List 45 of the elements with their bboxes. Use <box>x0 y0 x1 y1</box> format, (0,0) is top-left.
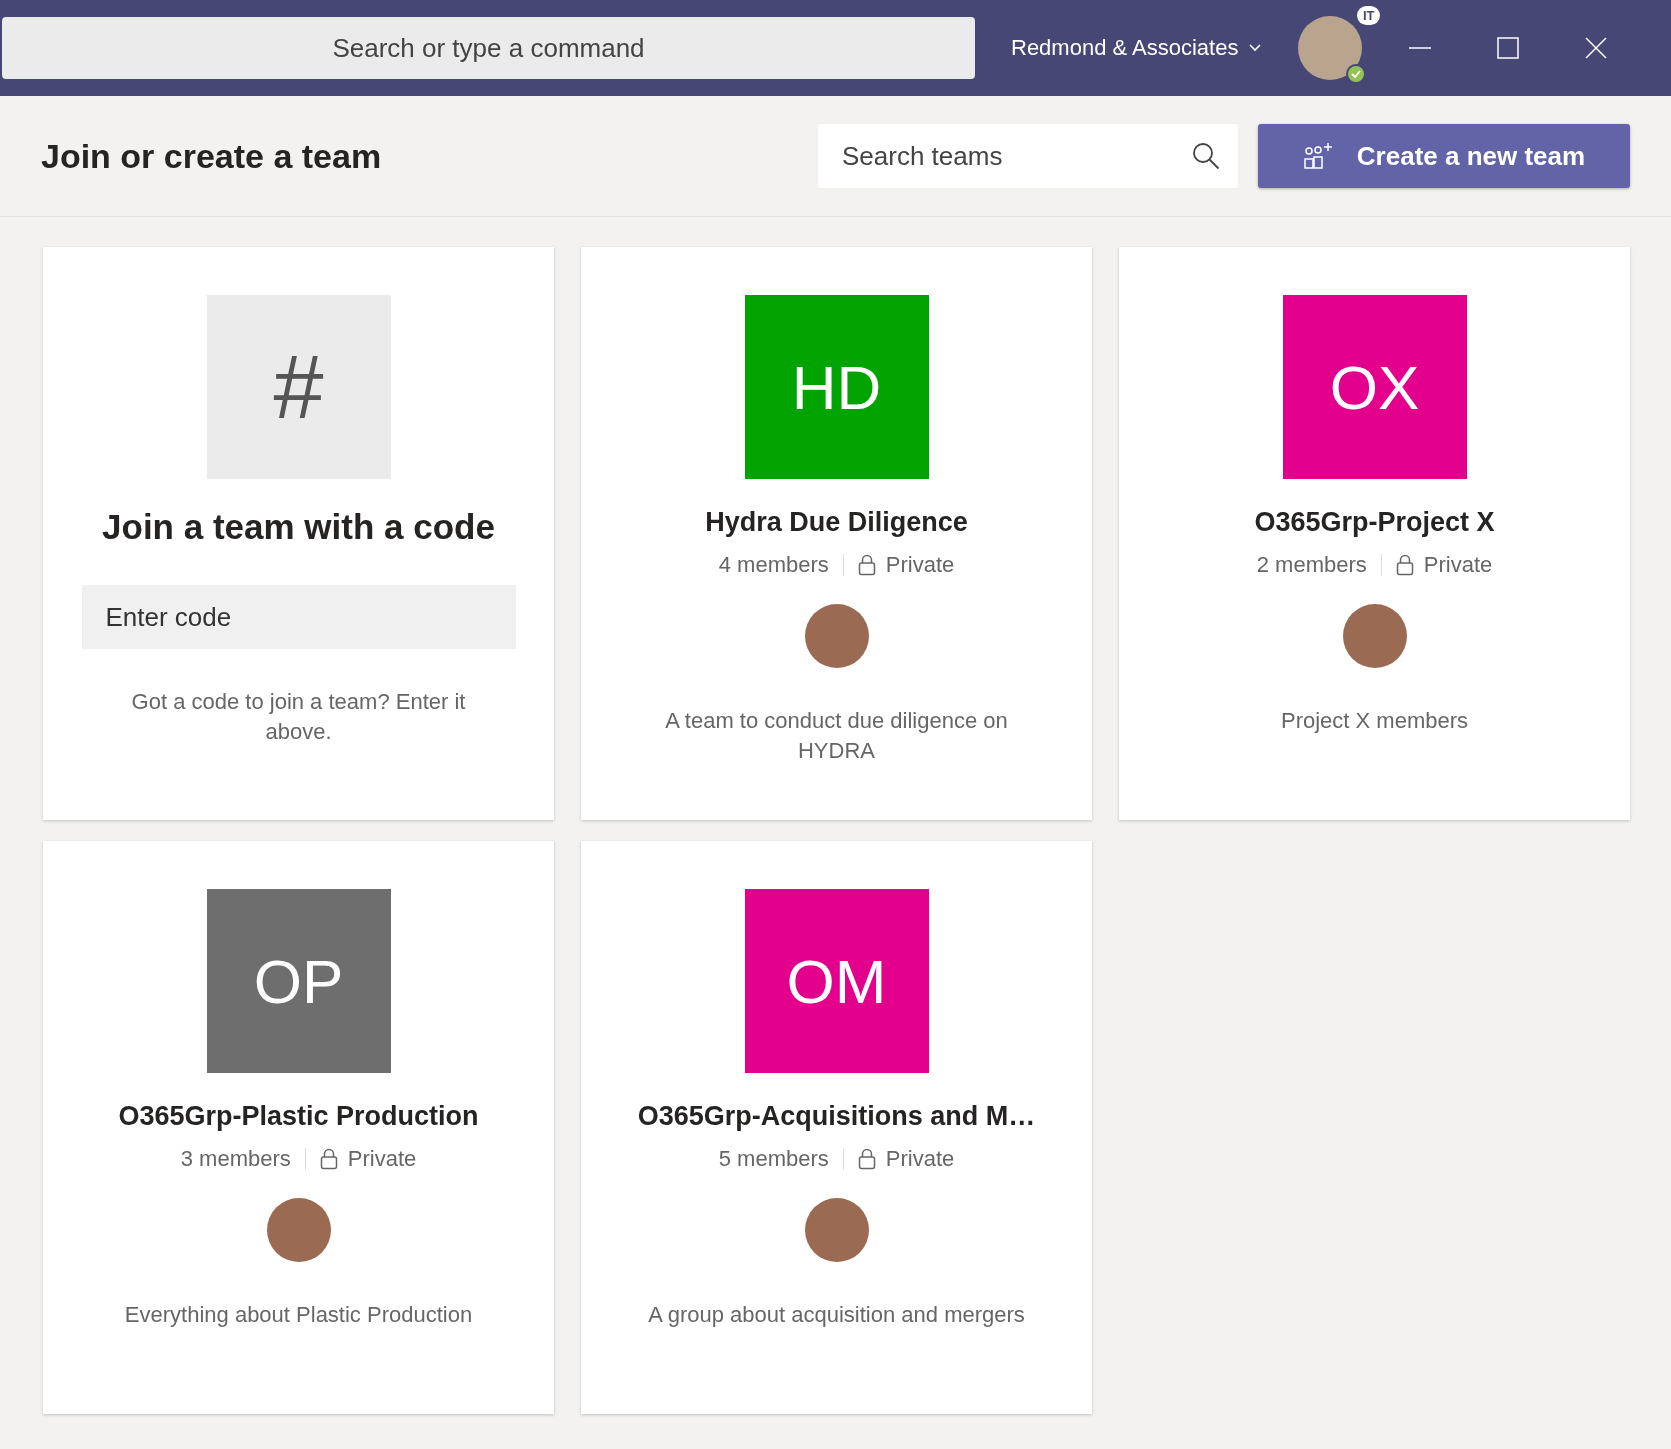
team-name: Hydra Due Diligence <box>705 507 968 538</box>
team-card[interactable]: HD Hydra Due Diligence 4 members Private A team to conduct due diligence on HYDRA <box>581 247 1092 820</box>
team-card[interactable]: OP O365Grp-Plastic Production 3 members Private Everything about Plastic Production <box>43 841 554 1414</box>
join-hint: Got a code to join a team? Enter it above. <box>130 688 467 746</box>
status-check-icon <box>1346 64 1367 84</box>
lock-icon <box>857 1148 876 1170</box>
search-teams-field[interactable]: Search teams <box>818 124 1238 188</box>
lock-icon <box>857 554 876 576</box>
code-field[interactable]: Enter code <box>81 585 516 649</box>
team-description: A group about acquisition and mergers <box>648 1301 1025 1329</box>
team-name: O365Grp-Project X <box>1254 507 1495 538</box>
team-name: O365Grp-Plastic Production <box>118 1101 479 1132</box>
privacy-label: Private <box>885 552 955 578</box>
add-people-icon <box>1302 142 1335 170</box>
command-search-field[interactable]: Search or type a command <box>2 17 975 79</box>
team-card[interactable]: OM O365Grp-Acquisitions and M… 5 members Private A group about acquisition and mergers <box>581 841 1092 1414</box>
team-tile: HD <box>744 295 929 479</box>
privacy-label: Private <box>885 1146 955 1172</box>
team-tile: OX <box>1282 295 1467 479</box>
avatar-badge: IT <box>1356 6 1381 25</box>
team-description: Project X members <box>1280 707 1469 735</box>
search-icon <box>1192 142 1220 170</box>
privacy-label: Private <box>347 1146 417 1172</box>
lock-icon <box>319 1148 338 1170</box>
minimize-icon <box>1408 47 1433 49</box>
chevron-down-icon <box>1248 43 1263 53</box>
member-count: 2 members <box>1256 552 1367 578</box>
page-title: Join or create a team <box>41 136 383 176</box>
member-count: 4 members <box>718 552 829 578</box>
privacy-label: Private <box>1423 552 1493 578</box>
maximize-icon <box>1496 36 1521 60</box>
team-card[interactable]: OX O365Grp-Project X 2 members Private Project X members <box>1119 247 1630 820</box>
member-count: 3 members <box>180 1146 291 1172</box>
organization-switcher[interactable]: Redmond & Associates <box>1005 29 1269 67</box>
join-title: Join a team with a code <box>102 507 495 547</box>
lock-icon <box>1395 554 1414 576</box>
create-team-button[interactable]: Create a new team <box>1258 124 1630 188</box>
hash-tile: # <box>206 295 391 479</box>
member-count: 5 members <box>718 1146 829 1172</box>
team-tile: OM <box>744 889 929 1073</box>
close-icon <box>1584 36 1609 60</box>
team-tile: OP <box>206 889 391 1073</box>
team-name: O365Grp-Acquisitions and M… <box>637 1101 1036 1132</box>
team-description: A team to conduct due diligence on HYDRA <box>664 707 1009 765</box>
team-description: Everything about Plastic Production <box>124 1301 473 1329</box>
